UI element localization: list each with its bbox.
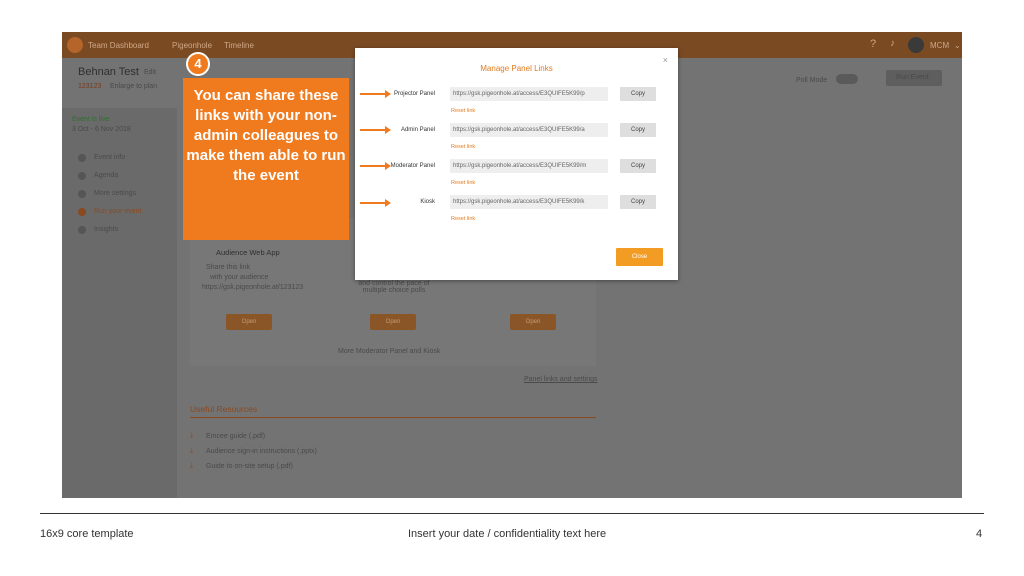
panel-links-settings-link[interactable]: Panel links and settings [524, 376, 598, 383]
bell-icon[interactable]: ♪ [890, 38, 895, 49]
kiosk-url[interactable]: https://gsk.pigeonhole.at/access/E3QUIFE… [450, 195, 608, 209]
card-mid-text: and control the pace of multiple choice … [358, 280, 430, 294]
projector-panel-label: Projector Panel [393, 91, 435, 97]
footer-confidentiality: Insert your date / confidentiality text … [408, 528, 607, 540]
avatar[interactable] [908, 37, 924, 53]
copy-button[interactable]: Copy [620, 159, 656, 173]
copy-button[interactable]: Copy [620, 87, 656, 101]
open-button[interactable]: Open [510, 314, 556, 330]
sidebar-item-run-your-event[interactable]: Run your event [94, 208, 141, 215]
card-share-text: Share this link [206, 264, 250, 271]
chevron-down-icon[interactable]: ⌄ [954, 41, 961, 50]
step-dot-icon [78, 208, 86, 216]
download-icon: ⤓ [190, 462, 194, 469]
nav-team-dashboard[interactable]: Team Dashboard [88, 41, 149, 50]
nav-timeline[interactable]: Timeline [224, 41, 254, 50]
open-button[interactable]: Open [226, 314, 272, 330]
step-badge: 4 [186, 52, 210, 76]
more-panels-link[interactable]: More Moderator Panel and Kiosk [338, 348, 440, 355]
step-dot-icon [78, 172, 86, 180]
poll-mode-label: Poll Mode [796, 77, 828, 84]
sidebar-item-insights[interactable]: Insights [94, 226, 118, 233]
event-code: 123123 [78, 83, 102, 90]
moderator-panel-label: Moderator Panel [390, 163, 435, 169]
sidebar-item-agenda[interactable]: Agenda [94, 172, 118, 179]
card-title: Audience Web App [216, 248, 280, 257]
resource-link[interactable]: Guide to on-site setup (.pdf) [206, 463, 293, 470]
help-icon[interactable]: ? [870, 38, 876, 50]
sidebar-item-event-info[interactable]: Event info [94, 154, 125, 161]
close-icon[interactable]: × [663, 55, 668, 65]
resource-link[interactable]: Emcee guide (.pdf) [206, 433, 265, 440]
projector-panel-url[interactable]: https://gsk.pigeonhole.at/access/E3QUIFE… [450, 87, 608, 101]
event-date: 3 Oct - 6 Nov 2018 [72, 126, 131, 133]
admin-panel-label: Admin Panel [400, 127, 435, 133]
card-url: https://gsk.pigeonhole.at/123123 [202, 284, 304, 291]
manage-panel-links-modal: Manage Panel Links × Projector Panel htt… [355, 48, 678, 280]
resources-title: Useful Resources [190, 404, 258, 414]
footer-divider [40, 513, 984, 514]
reset-link[interactable]: Reset link [451, 144, 475, 150]
download-icon: ⤓ [190, 432, 194, 439]
kiosk-label: Kiosk [420, 199, 435, 205]
edit-link[interactable]: Edit [144, 69, 156, 76]
copy-button[interactable]: Copy [620, 123, 656, 137]
pigeonhole-logo-icon [67, 37, 83, 53]
slide: Team Dashboard Pigeonhole Timeline ? ♪ M… [0, 0, 1024, 576]
sidebar-item-more-settings[interactable]: More settings [94, 190, 136, 197]
open-button[interactable]: Open [370, 314, 416, 330]
admin-panel-url[interactable]: https://gsk.pigeonhole.at/access/E3QUIFE… [450, 123, 608, 137]
plan-link[interactable]: Enlarge to plan [110, 83, 157, 90]
user-initials[interactable]: MCM [930, 41, 949, 50]
nav-pigeonhole[interactable]: Pigeonhole [172, 41, 212, 50]
callout-box: You can share these links with your non-… [183, 78, 349, 240]
step-dot-icon [78, 190, 86, 198]
reset-link[interactable]: Reset link [451, 180, 475, 186]
resource-link[interactable]: Audience sign-in instructions (.pptx) [206, 448, 317, 455]
step-dot-icon [78, 154, 86, 162]
reset-link[interactable]: Reset link [451, 216, 475, 222]
poll-mode-toggle[interactable] [836, 74, 858, 84]
modal-title: Manage Panel Links [480, 64, 553, 73]
sidebar: Event is live 3 Oct - 6 Nov 2018 Event i… [62, 108, 177, 498]
live-status: Event is live [72, 116, 110, 123]
event-title: Behnan Test [78, 66, 139, 78]
run-event-dropdown[interactable]: Run Event [886, 70, 942, 86]
reset-link[interactable]: Reset link [451, 108, 475, 114]
moderator-panel-url[interactable]: https://gsk.pigeonhole.at/access/E3QUIFE… [450, 159, 608, 173]
footer-template-name: 16x9 core template [40, 528, 134, 540]
step-dot-icon [78, 226, 86, 234]
close-button[interactable]: Close [616, 248, 663, 266]
download-icon: ⤓ [190, 447, 194, 454]
page-number: 4 [976, 528, 983, 540]
card-audience-text: with your audience [210, 274, 269, 281]
copy-button[interactable]: Copy [620, 195, 656, 209]
resources-divider [190, 417, 596, 418]
